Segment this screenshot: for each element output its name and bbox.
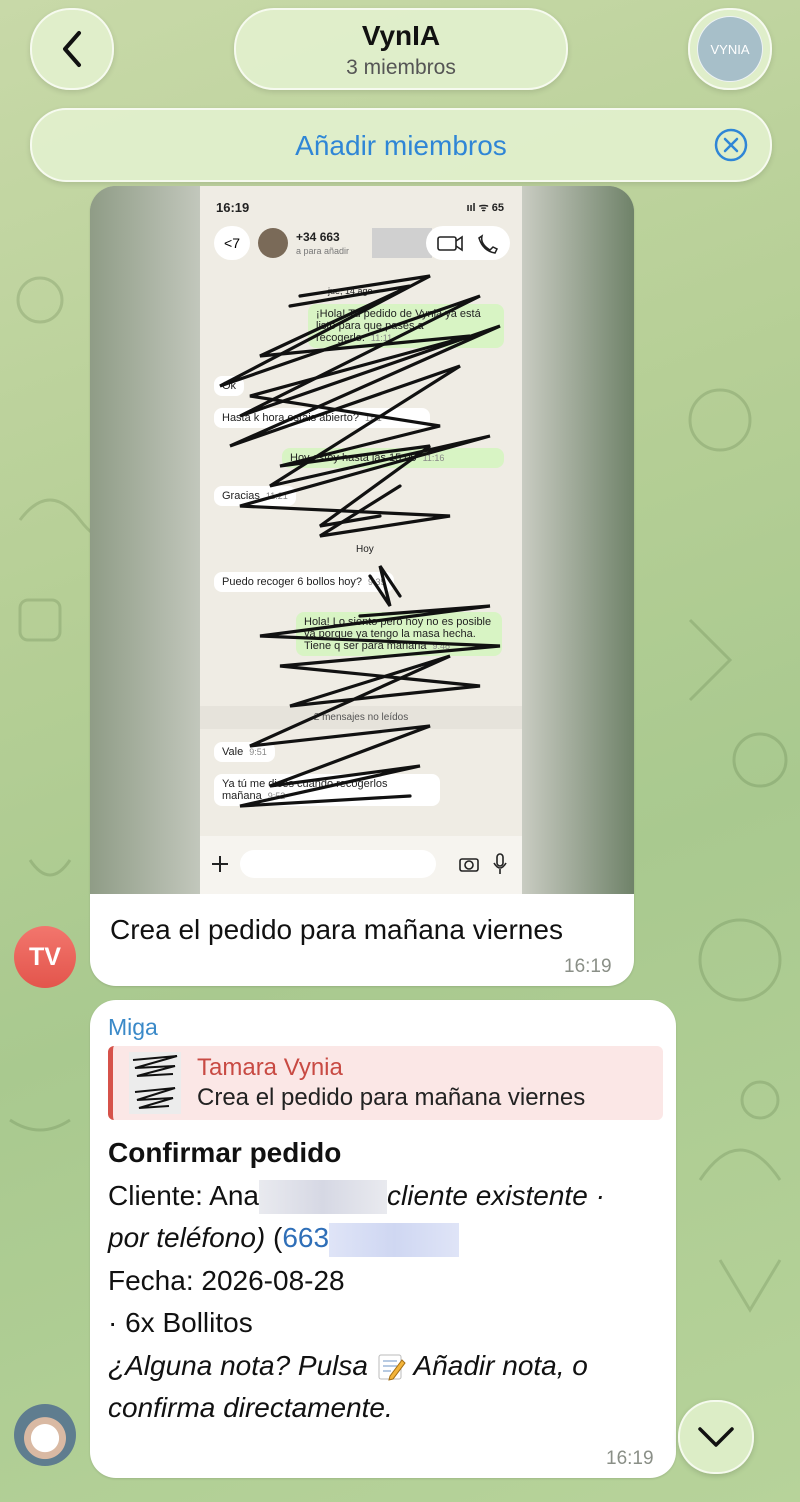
- order-date: Fecha: 2026-08-28: [108, 1264, 345, 1296]
- client-channel: por teléfono): [108, 1222, 266, 1253]
- group-avatar-text: VYNIA: [710, 41, 750, 57]
- chat-title-button[interactable]: VynIA 3 miembros: [234, 8, 568, 90]
- reply-author: Tamara Vynia: [197, 1054, 343, 1081]
- photo-message[interactable]: 16:19 ııl ᯤ 65 <7 +34 663 a para añadir …: [90, 186, 634, 986]
- reply-text: Crea el pedido para mañana viernes: [197, 1084, 586, 1111]
- phone-open-paren: (: [273, 1222, 283, 1253]
- message-time: 16:19: [606, 1448, 654, 1469]
- bot-message[interactable]: Miga Tamara Vynia Crea el pedido para ma…: [90, 1000, 676, 1478]
- client-label: Cliente: Ana: [108, 1179, 259, 1211]
- group-avatar: VYNIA: [697, 16, 763, 82]
- avatar-initials: TV: [29, 942, 61, 971]
- screenshot-image[interactable]: 16:19 ııl ᯤ 65 <7 +34 663 a para añadir …: [90, 186, 634, 894]
- sender-avatar-cake[interactable]: [14, 1404, 76, 1466]
- group-avatar-button[interactable]: VYNIA: [688, 8, 772, 90]
- add-members-bar[interactable]: Añadir miembros: [30, 108, 772, 182]
- client-type: cliente existente ·: [387, 1179, 605, 1211]
- scribble-redaction: [219, 274, 501, 808]
- sender-name[interactable]: Miga: [108, 1014, 158, 1041]
- order-title: Confirmar pedido: [108, 1137, 342, 1168]
- add-members-label: Añadir miembros: [295, 130, 507, 161]
- blurred-background-left: [90, 186, 200, 894]
- message-caption: Crea el pedido para mañana viernes: [110, 914, 563, 945]
- redacted-phone: [329, 1222, 460, 1257]
- reply-thumbnail: [129, 1052, 181, 1114]
- note-prompt: ¿Alguna nota? Pulsa: [108, 1349, 368, 1381]
- order-summary: Confirmar pedido Cliente: Ana cliente exi…: [108, 1132, 668, 1430]
- member-count: 3 miembros: [346, 56, 456, 79]
- reply-preview[interactable]: Tamara Vynia Crea el pedido para mañana …: [108, 1046, 663, 1120]
- sender-avatar-tv[interactable]: TV: [14, 926, 76, 988]
- chevron-down-icon: [698, 1427, 734, 1447]
- note-confirm: confirma directamente.: [108, 1392, 393, 1423]
- order-item: · 6x Bollitos: [108, 1307, 253, 1338]
- blurred-background-right: [522, 186, 634, 894]
- message-time: 16:19: [564, 956, 612, 977]
- close-icon[interactable]: [714, 128, 748, 162]
- back-button[interactable]: [30, 8, 114, 90]
- chevron-left-icon: [63, 31, 81, 67]
- phone-link[interactable]: 663: [282, 1222, 329, 1253]
- scroll-down-button[interactable]: [678, 1400, 754, 1474]
- memo-pencil-icon: [378, 1354, 406, 1381]
- redacted-client-name: [259, 1180, 387, 1215]
- chat-title: VynIA: [361, 20, 441, 51]
- note-action: Añadir nota, o: [413, 1349, 588, 1381]
